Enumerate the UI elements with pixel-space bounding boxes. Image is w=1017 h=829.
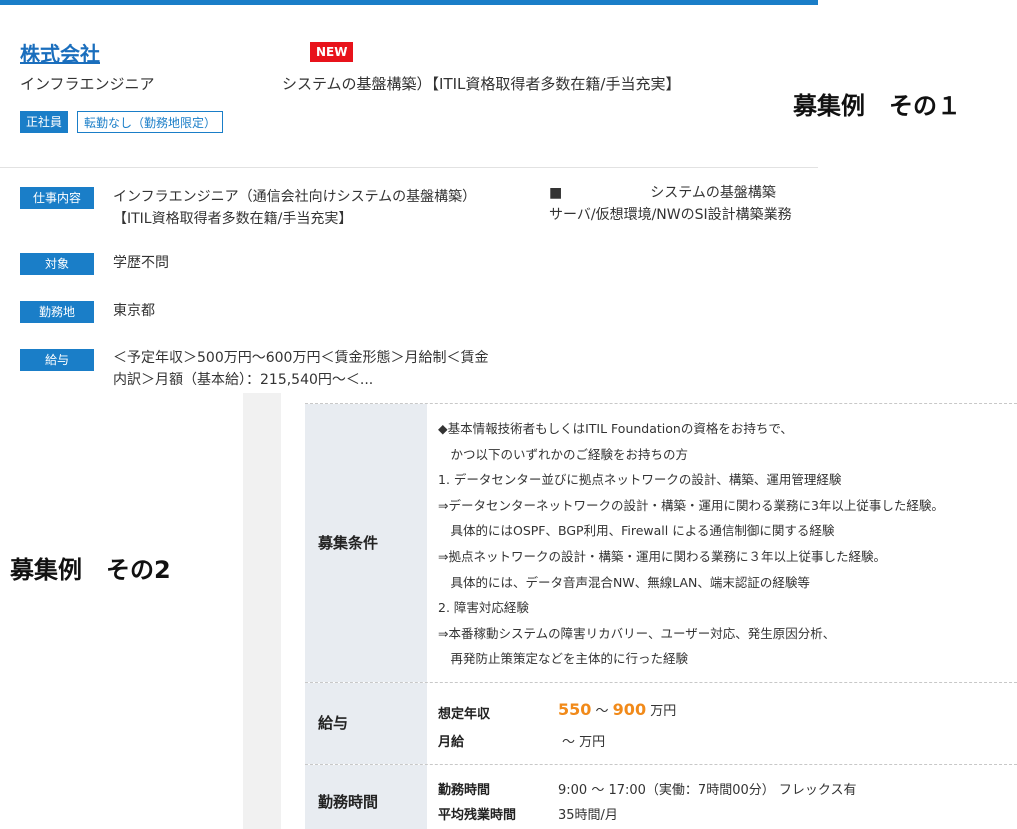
condition-line: 具体的には、データ音声混合NW、無線LAN、端末認証の経験等 [438,574,810,590]
condition-line: ⇒拠点ネットワークの設計・構築・運用に関わる業務に３年以上従事した経験。 [438,549,886,564]
job-description-right-line2: サーバ/仮想環境/NWのSI設計構築業務 [549,207,792,223]
annual-income-unit: 万円 [646,704,677,719]
job-title-right: システムの基盤構築）【ITIL資格取得者多数在籍/手当充実】 [282,75,681,93]
left-gray-strip [243,393,281,829]
condition-line: かつ以下のいずれかのご経験をお持ちの方 [438,446,689,462]
job-description-line2: 【ITIL資格取得者多数在籍/手当充実】 [113,211,353,227]
annual-income-min: 550 [558,700,592,719]
annual-income-max: 900 [612,700,647,719]
job-description-right-line1: システムの基盤構築 [650,185,776,201]
bullet-square-icon: ■ [549,185,563,201]
hours-header: 勤務時間 [318,793,379,811]
job-description-line1: インフラエンジニア（通信会社向けシステムの基盤構築） [113,189,477,205]
condition-line: 2. 障害対応経験 [438,600,529,616]
annual-income-sep: 〜 [591,704,613,719]
work-hours-value: 9:00 〜 17:00（実働：7時間00分） フレックス有 [558,783,857,798]
work-hours-label: 勤務時間 [438,783,491,798]
condition-line: 再発防止策策定などを主体的に行った経験 [438,651,689,667]
overtime-label: 平均残業時間 [438,808,517,823]
condition-line: 具体的にはOSPF、BGP利用、Firewall による通信制御に関する経験 [438,523,835,539]
top-accent-bar [0,0,818,5]
condition-line: ◆基本情報技術者もしくはITIL Foundationの資格をお持ちで、 [438,421,793,436]
condition-line: 1. データセンター並びに拠点ネットワークの設計、構築、運用管理経験 [438,472,842,488]
job-description-right: ■ システムの基盤構築 サーバ/仮想環境/NWのSI設計構築業務 [549,182,792,226]
new-badge: NEW [310,42,354,62]
salary-line1: ＜予定年収＞500万円〜600万円＜賃金形態＞月給制＜賃金 [113,350,489,366]
annual-income-value: 550 〜 900 万円 [558,700,676,719]
salary-text: ＜予定年収＞500万円〜600万円＜賃金形態＞月給制＜賃金 内訳＞月額（基本給）… [113,347,488,391]
condition-line: ⇒データセンターネットワークの設計・構築・運用に関わる業務に3年以上従事した経験… [438,497,944,513]
job-description-label: 仕事内容 [20,187,94,209]
condition-line: ⇒本番稼動システムの障害リカバリー、ユーザー対応、発生原因分析、 [438,625,836,641]
salary-header: 給与 [318,714,349,732]
section-divider [0,167,818,168]
monthly-salary-label: 月給 [438,735,465,750]
overtime-value: 35時間/月 [558,808,618,823]
monthly-salary-value: 〜 万円 [562,735,606,750]
job-title[interactable]: インフラエンジニア システムの基盤構築）【ITIL資格取得者多数在籍/手当充実】 [20,73,780,94]
example2-label: 募集例 その2 [10,556,171,584]
conditions-header: 募集条件 [318,534,379,552]
job-description-text: インフラエンジニア（通信会社向けシステムの基盤構築） 【ITIL資格取得者多数在… [113,186,476,230]
no-transfer-tag: 転勤なし（勤務地限定） [77,111,224,133]
employment-type-tag: 正社員 [20,111,69,133]
job-title-left: インフラエンジニア [20,75,155,93]
annual-income-label: 想定年収 [438,707,491,722]
salary-line2: 内訳＞月額（基本給）：215,540円〜＜... [113,372,374,388]
company-name-link[interactable]: 株式会社 [20,38,100,67]
target-label: 対象 [20,253,94,275]
location-text: 東京都 [113,303,155,319]
location-label: 勤務地 [20,301,94,323]
salary-label: 給与 [20,349,94,371]
target-text: 学歴不問 [113,255,169,271]
example1-label: 募集例 その１ [793,92,961,120]
